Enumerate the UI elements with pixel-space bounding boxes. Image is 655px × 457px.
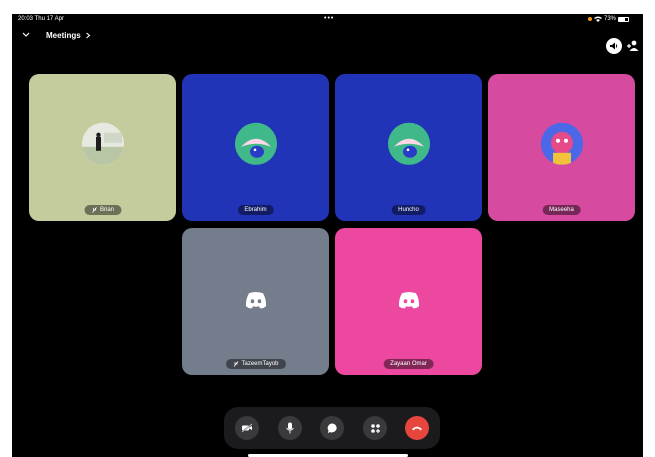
battery-icon [618, 16, 629, 22]
avatar [234, 122, 277, 165]
participant-name-tag: Huncho [391, 205, 426, 215]
discord-logo-icon [398, 291, 419, 308]
status-time: 20:03 Thu 17 Apr [18, 16, 64, 22]
chat-bubble-icon [327, 423, 337, 433]
participant-tile[interactable]: Zayaan Omar [335, 228, 482, 375]
participant-name-tag: Maseeha [542, 205, 581, 215]
hang-up-icon [412, 426, 422, 431]
camera-off-icon [241, 423, 253, 433]
chevron-down-icon[interactable] [21, 30, 31, 40]
avatar [540, 122, 583, 165]
avatar [81, 122, 124, 165]
participant-name-tag: TazeemTayob [225, 359, 286, 369]
character-avatar-icon [540, 122, 583, 165]
chevron-right-icon [85, 32, 91, 39]
participant-name: Huncho [398, 207, 419, 213]
end-call-button[interactable] [405, 416, 429, 440]
mic-muted-icon [91, 207, 97, 213]
avatar [387, 122, 430, 165]
participant-tile[interactable]: Huncho [335, 74, 482, 221]
top-bar: Meetings [12, 26, 643, 46]
camera-off-button[interactable] [235, 416, 259, 440]
call-controls-dock [224, 407, 440, 449]
add-person-icon[interactable] [626, 39, 640, 53]
status-bar: 20:03 Thu 17 Apr ••• 73% [12, 14, 643, 26]
participant-tile[interactable]: Brian [29, 74, 176, 221]
participant-name-tag: Zayaan Omar [383, 359, 434, 369]
channel-title[interactable]: Meetings [46, 31, 91, 40]
microphone-button[interactable] [278, 416, 302, 440]
bird-avatar-icon [234, 122, 277, 165]
activities-button[interactable] [363, 416, 387, 440]
participant-name-tag: Brian [83, 205, 122, 215]
recording-indicator-icon [587, 17, 592, 21]
participant-name: Zayaan Omar [390, 361, 427, 367]
battery-percent: 73% [603, 16, 616, 22]
mic-muted-icon [233, 361, 238, 367]
discord-logo-icon [245, 291, 266, 308]
app-window: 20:03 Thu 17 Apr ••• 73% Meetings Brian … [12, 14, 643, 457]
microphone-icon [286, 422, 294, 434]
participant-name: TazeemTayob [241, 361, 279, 367]
participant-name: Maseeha [549, 207, 574, 213]
speaker-icon [609, 42, 617, 50]
activities-icon [370, 423, 380, 433]
wifi-icon [593, 16, 602, 22]
participant-name: Brian [99, 207, 115, 213]
chat-button[interactable] [320, 416, 344, 440]
participant-tile[interactable]: Maseeha [488, 74, 635, 221]
participant-tile[interactable]: Ebrahim [182, 74, 329, 221]
participant-name-tag: Ebrahim [237, 205, 274, 215]
profile-photo-icon [81, 122, 124, 165]
participant-name: Ebrahim [244, 207, 267, 213]
participant-tile[interactable]: TazeemTayob [182, 228, 329, 375]
channel-name: Meetings [46, 31, 81, 40]
multitask-dots[interactable]: ••• [324, 15, 334, 22]
bird-avatar-icon [387, 122, 430, 165]
status-indicators: 73% [587, 16, 629, 22]
speaker-button[interactable] [606, 38, 622, 54]
